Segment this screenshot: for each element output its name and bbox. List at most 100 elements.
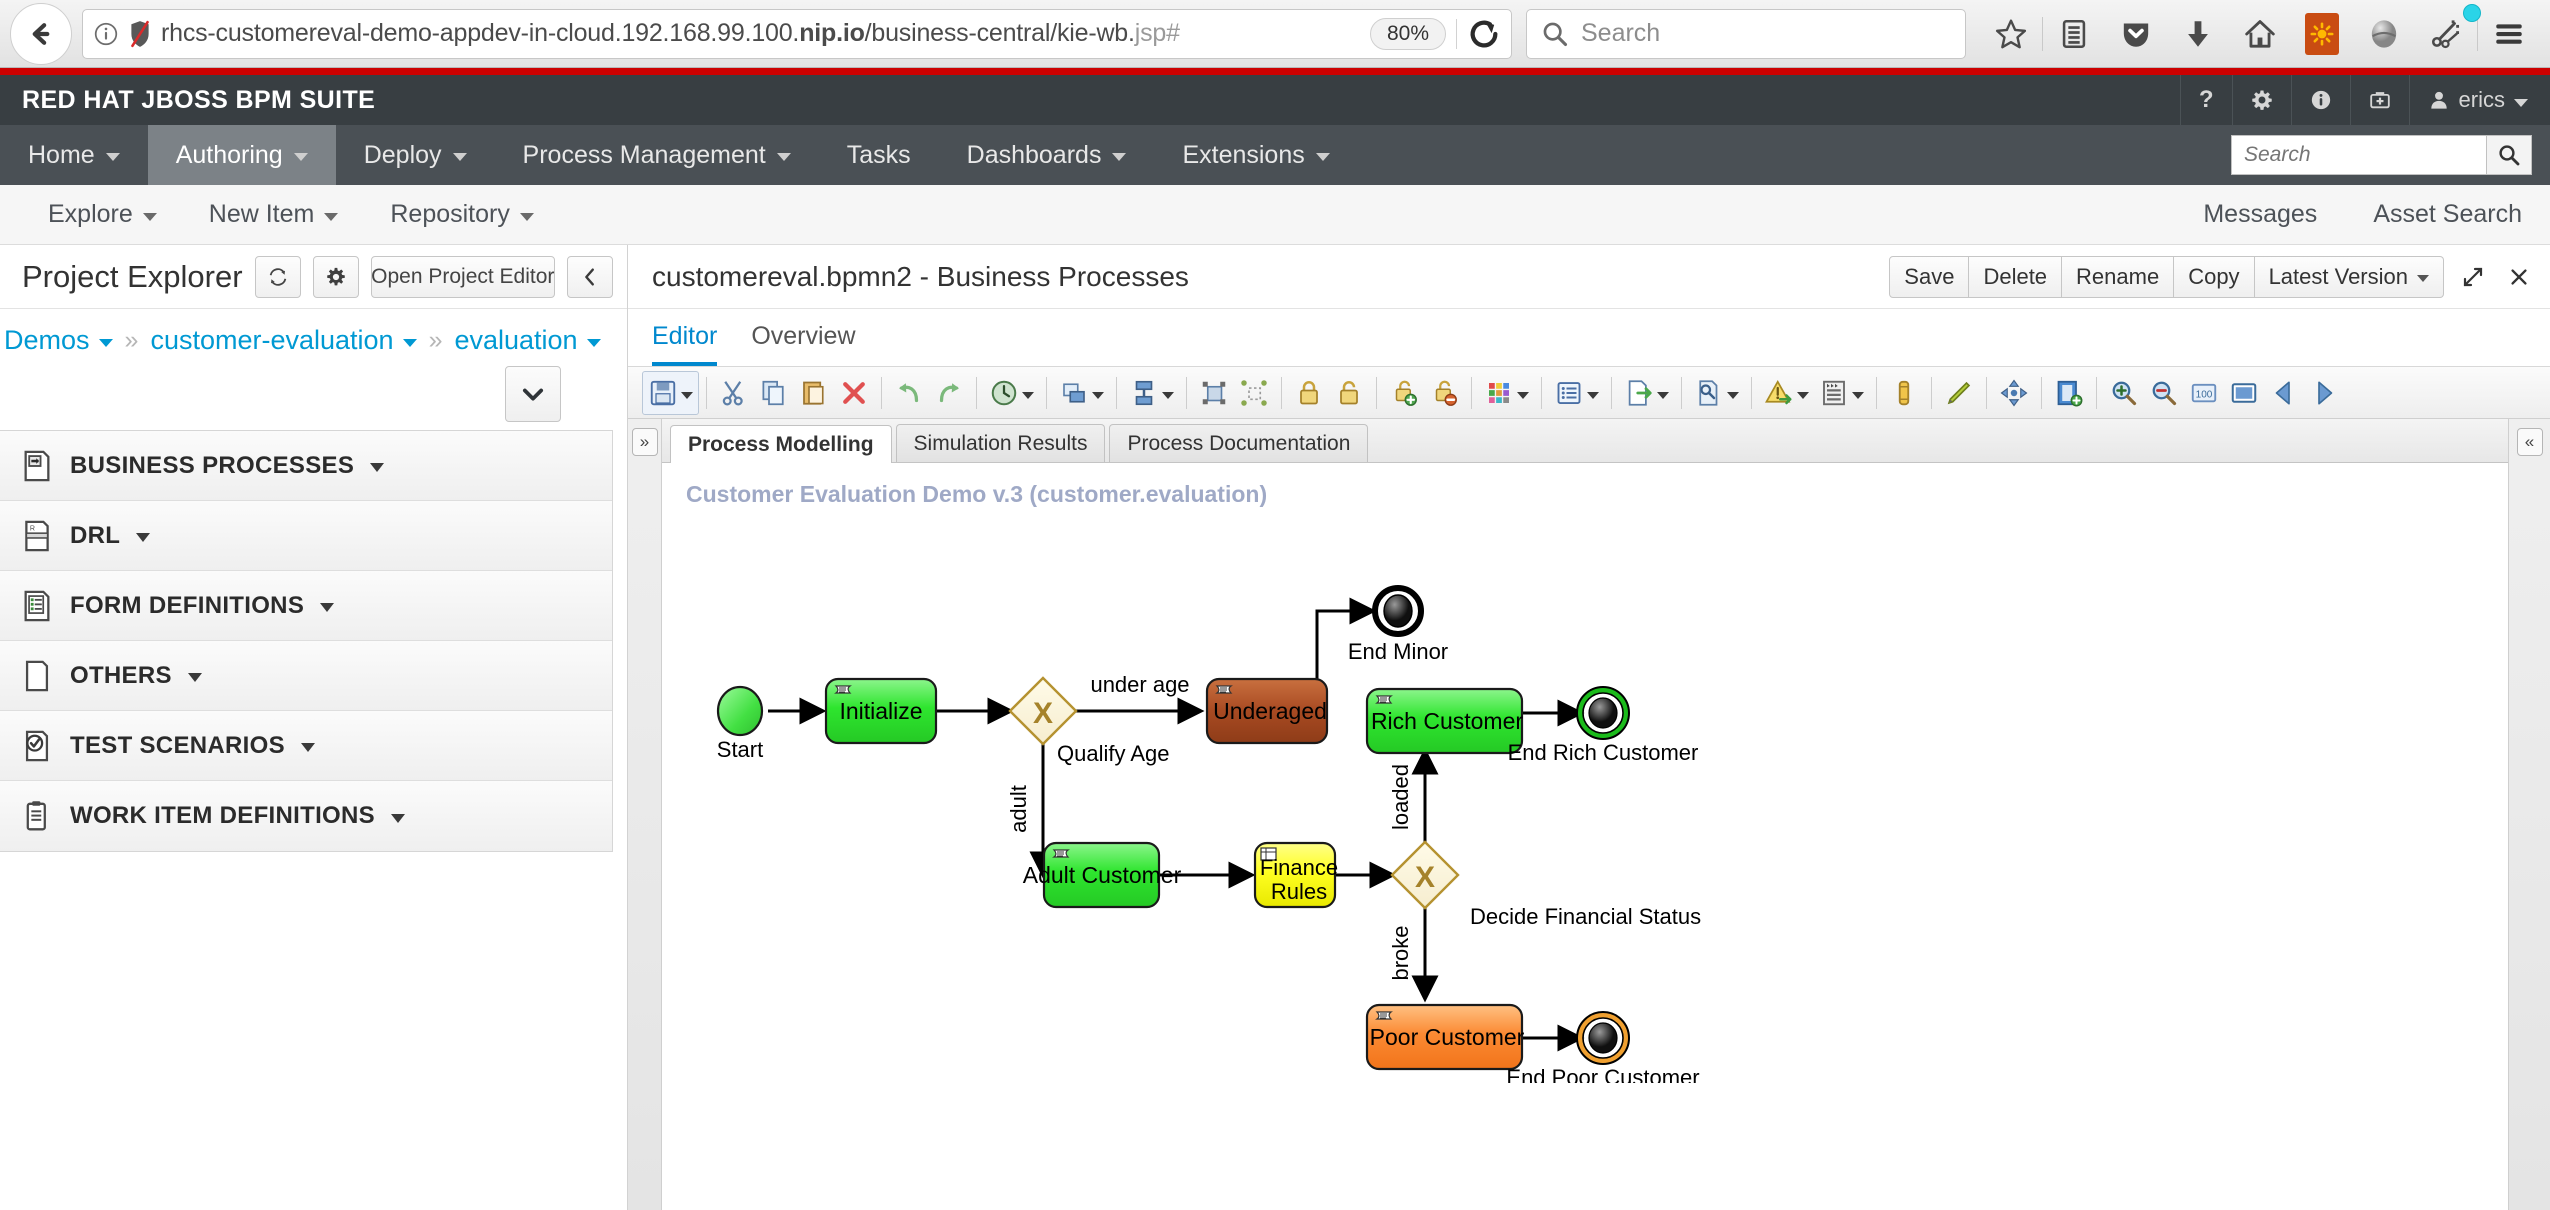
nav-item-home[interactable]: Home	[0, 125, 148, 185]
help-button[interactable]: ?	[2179, 75, 2232, 125]
align-button[interactable]	[1054, 371, 1109, 415]
maximize-editor-button[interactable]	[2456, 256, 2490, 298]
close-editor-button[interactable]	[2502, 256, 2536, 298]
chevron-down-icon[interactable]	[1852, 391, 1864, 399]
bpmn-diagram[interactable]: under age adult loaded broke Start Initi…	[662, 463, 2508, 1083]
sync-button[interactable]	[2353, 6, 2415, 62]
delete-button[interactable]	[834, 371, 874, 415]
flow-decide-rich[interactable]: loaded	[1388, 747, 1439, 842]
tab-process-modelling[interactable]: Process Modelling	[670, 425, 892, 463]
address-bar[interactable]: rhcs-customereval-demo-appdev-in-cloud.1…	[82, 8, 1512, 59]
chevron-down-icon[interactable]	[681, 391, 693, 399]
chevron-down-icon[interactable]	[1092, 391, 1104, 399]
chevron-down-icon[interactable]	[1162, 391, 1174, 399]
refresh-button[interactable]	[254, 255, 301, 298]
breadcrumb-item-demos[interactable]: Demos	[4, 325, 113, 356]
nav-item-deploy[interactable]: Deploy	[336, 125, 495, 185]
menu-button[interactable]	[2478, 6, 2540, 62]
settings-button[interactable]	[2231, 75, 2291, 125]
bookmark-star-button[interactable]	[1980, 6, 2042, 62]
subnav-item-new-item[interactable]: New Item	[183, 200, 365, 229]
user-menu[interactable]: erics	[2408, 75, 2550, 125]
lock-button[interactable]	[1289, 371, 1329, 415]
form-generation-button[interactable]	[1689, 371, 1744, 415]
zoom-reset-button[interactable]: 100	[2184, 371, 2224, 415]
reader-list-button[interactable]	[2043, 6, 2105, 62]
category-others[interactable]: OTHERS	[0, 641, 612, 711]
subnav-item-repository[interactable]: Repository	[364, 200, 560, 229]
category-work-item-definitions[interactable]: WORK ITEM DEFINITIONS	[0, 781, 612, 851]
script-button[interactable]	[1814, 371, 1869, 415]
nav-item-authoring[interactable]: Authoring	[147, 125, 336, 185]
shield-crossed-icon[interactable]	[129, 20, 151, 48]
search-submit-button[interactable]	[2486, 135, 2532, 175]
asset-search-link[interactable]: Asset Search	[2345, 200, 2550, 229]
dictionary-button[interactable]	[2049, 371, 2089, 415]
node-initialize[interactable]: Initialize	[824, 677, 938, 745]
category-test-scenarios[interactable]: TEST SCENARIOS	[0, 711, 612, 781]
tab-process-documentation[interactable]: Process Documentation	[1109, 424, 1369, 462]
zoom-level-badge[interactable]: 80%	[1369, 17, 1446, 50]
previous-button[interactable]	[2264, 371, 2304, 415]
tab-editor[interactable]: Editor	[652, 322, 718, 366]
move-button[interactable]	[1994, 371, 2034, 415]
delete-button[interactable]: Delete	[1969, 255, 2063, 298]
history-button[interactable]	[984, 371, 1039, 415]
redo-button[interactable]	[929, 371, 969, 415]
search-input[interactable]	[2231, 135, 2486, 175]
export-button[interactable]	[1619, 371, 1674, 415]
chevron-down-icon[interactable]	[1587, 391, 1599, 399]
firefox-account-button[interactable]	[2291, 6, 2353, 62]
color-palette-button[interactable]	[1479, 371, 1534, 415]
container-button[interactable]	[1884, 371, 1924, 415]
tab-simulation-results[interactable]: Simulation Results	[895, 424, 1106, 462]
rename-button[interactable]: Rename	[2062, 255, 2175, 298]
node-poor-customer[interactable]: Poor Customer	[1365, 1003, 1525, 1071]
explorer-settings-button[interactable]	[312, 255, 359, 298]
open-project-editor-button[interactable]: Open Project Editor	[370, 255, 555, 298]
expand-tree-button[interactable]	[505, 366, 561, 422]
pencil-button[interactable]	[1939, 371, 1979, 415]
info-icon[interactable]	[93, 21, 119, 47]
node-adult-customer[interactable]: Adult Customer	[1023, 841, 1182, 909]
node-end-rich-customer[interactable]: End Rich Customer	[1508, 686, 1699, 765]
unlock-button[interactable]	[1329, 371, 1369, 415]
fullscreen-button[interactable]	[2224, 371, 2264, 415]
category-drl[interactable]: R DRL	[0, 501, 612, 571]
node-end-minor[interactable]: End Minor	[1348, 585, 1448, 664]
about-button[interactable]	[2290, 75, 2350, 125]
zoom-in-button[interactable]	[2104, 371, 2144, 415]
nav-item-extensions[interactable]: Extensions	[1154, 125, 1357, 185]
ungroup-button[interactable]	[1234, 371, 1274, 415]
version-dropdown[interactable]: Latest Version	[2254, 255, 2444, 298]
expand-palette-button[interactable]: »	[631, 428, 658, 456]
add-lock-button[interactable]	[1384, 371, 1424, 415]
chevron-down-icon[interactable]	[1727, 391, 1739, 399]
cut-button[interactable]	[714, 371, 754, 415]
node-end-poor-customer[interactable]: End Poor Customer	[1506, 1011, 1700, 1083]
undo-button[interactable]	[889, 371, 929, 415]
downloads-button[interactable]	[2167, 6, 2229, 62]
breadcrumb-item-customer-evaluation[interactable]: customer-evaluation	[150, 325, 417, 356]
collapse-panel-button[interactable]	[567, 255, 613, 298]
nav-item-tasks[interactable]: Tasks	[819, 125, 939, 185]
home-button[interactable]	[2229, 6, 2291, 62]
nav-item-process-management[interactable]: Process Management	[495, 125, 819, 185]
url-text[interactable]: rhcs-customereval-demo-appdev-in-cloud.1…	[161, 19, 1360, 48]
node-decide-financial-status[interactable]: X Decide Financial Status	[1390, 840, 1701, 929]
chevron-down-icon[interactable]	[1657, 391, 1669, 399]
reload-icon[interactable]	[1467, 17, 1501, 51]
save-button[interactable]: Save	[1889, 255, 1970, 298]
properties-button[interactable]	[1549, 371, 1604, 415]
flow-decide-poor[interactable]: broke	[1388, 908, 1439, 1003]
chevron-down-icon[interactable]	[1517, 391, 1529, 399]
tab-overview[interactable]: Overview	[751, 322, 855, 366]
node-finance-rules[interactable]: Finance Rules	[1253, 841, 1338, 909]
support-button[interactable]	[2349, 75, 2409, 125]
group-button[interactable]	[1194, 371, 1234, 415]
node-start[interactable]: Start	[717, 685, 763, 762]
category-form-definitions[interactable]: FORM DEFINITIONS	[0, 571, 612, 641]
back-button[interactable]	[10, 2, 72, 65]
next-button[interactable]	[2304, 371, 2344, 415]
messages-link[interactable]: Messages	[2175, 200, 2345, 229]
